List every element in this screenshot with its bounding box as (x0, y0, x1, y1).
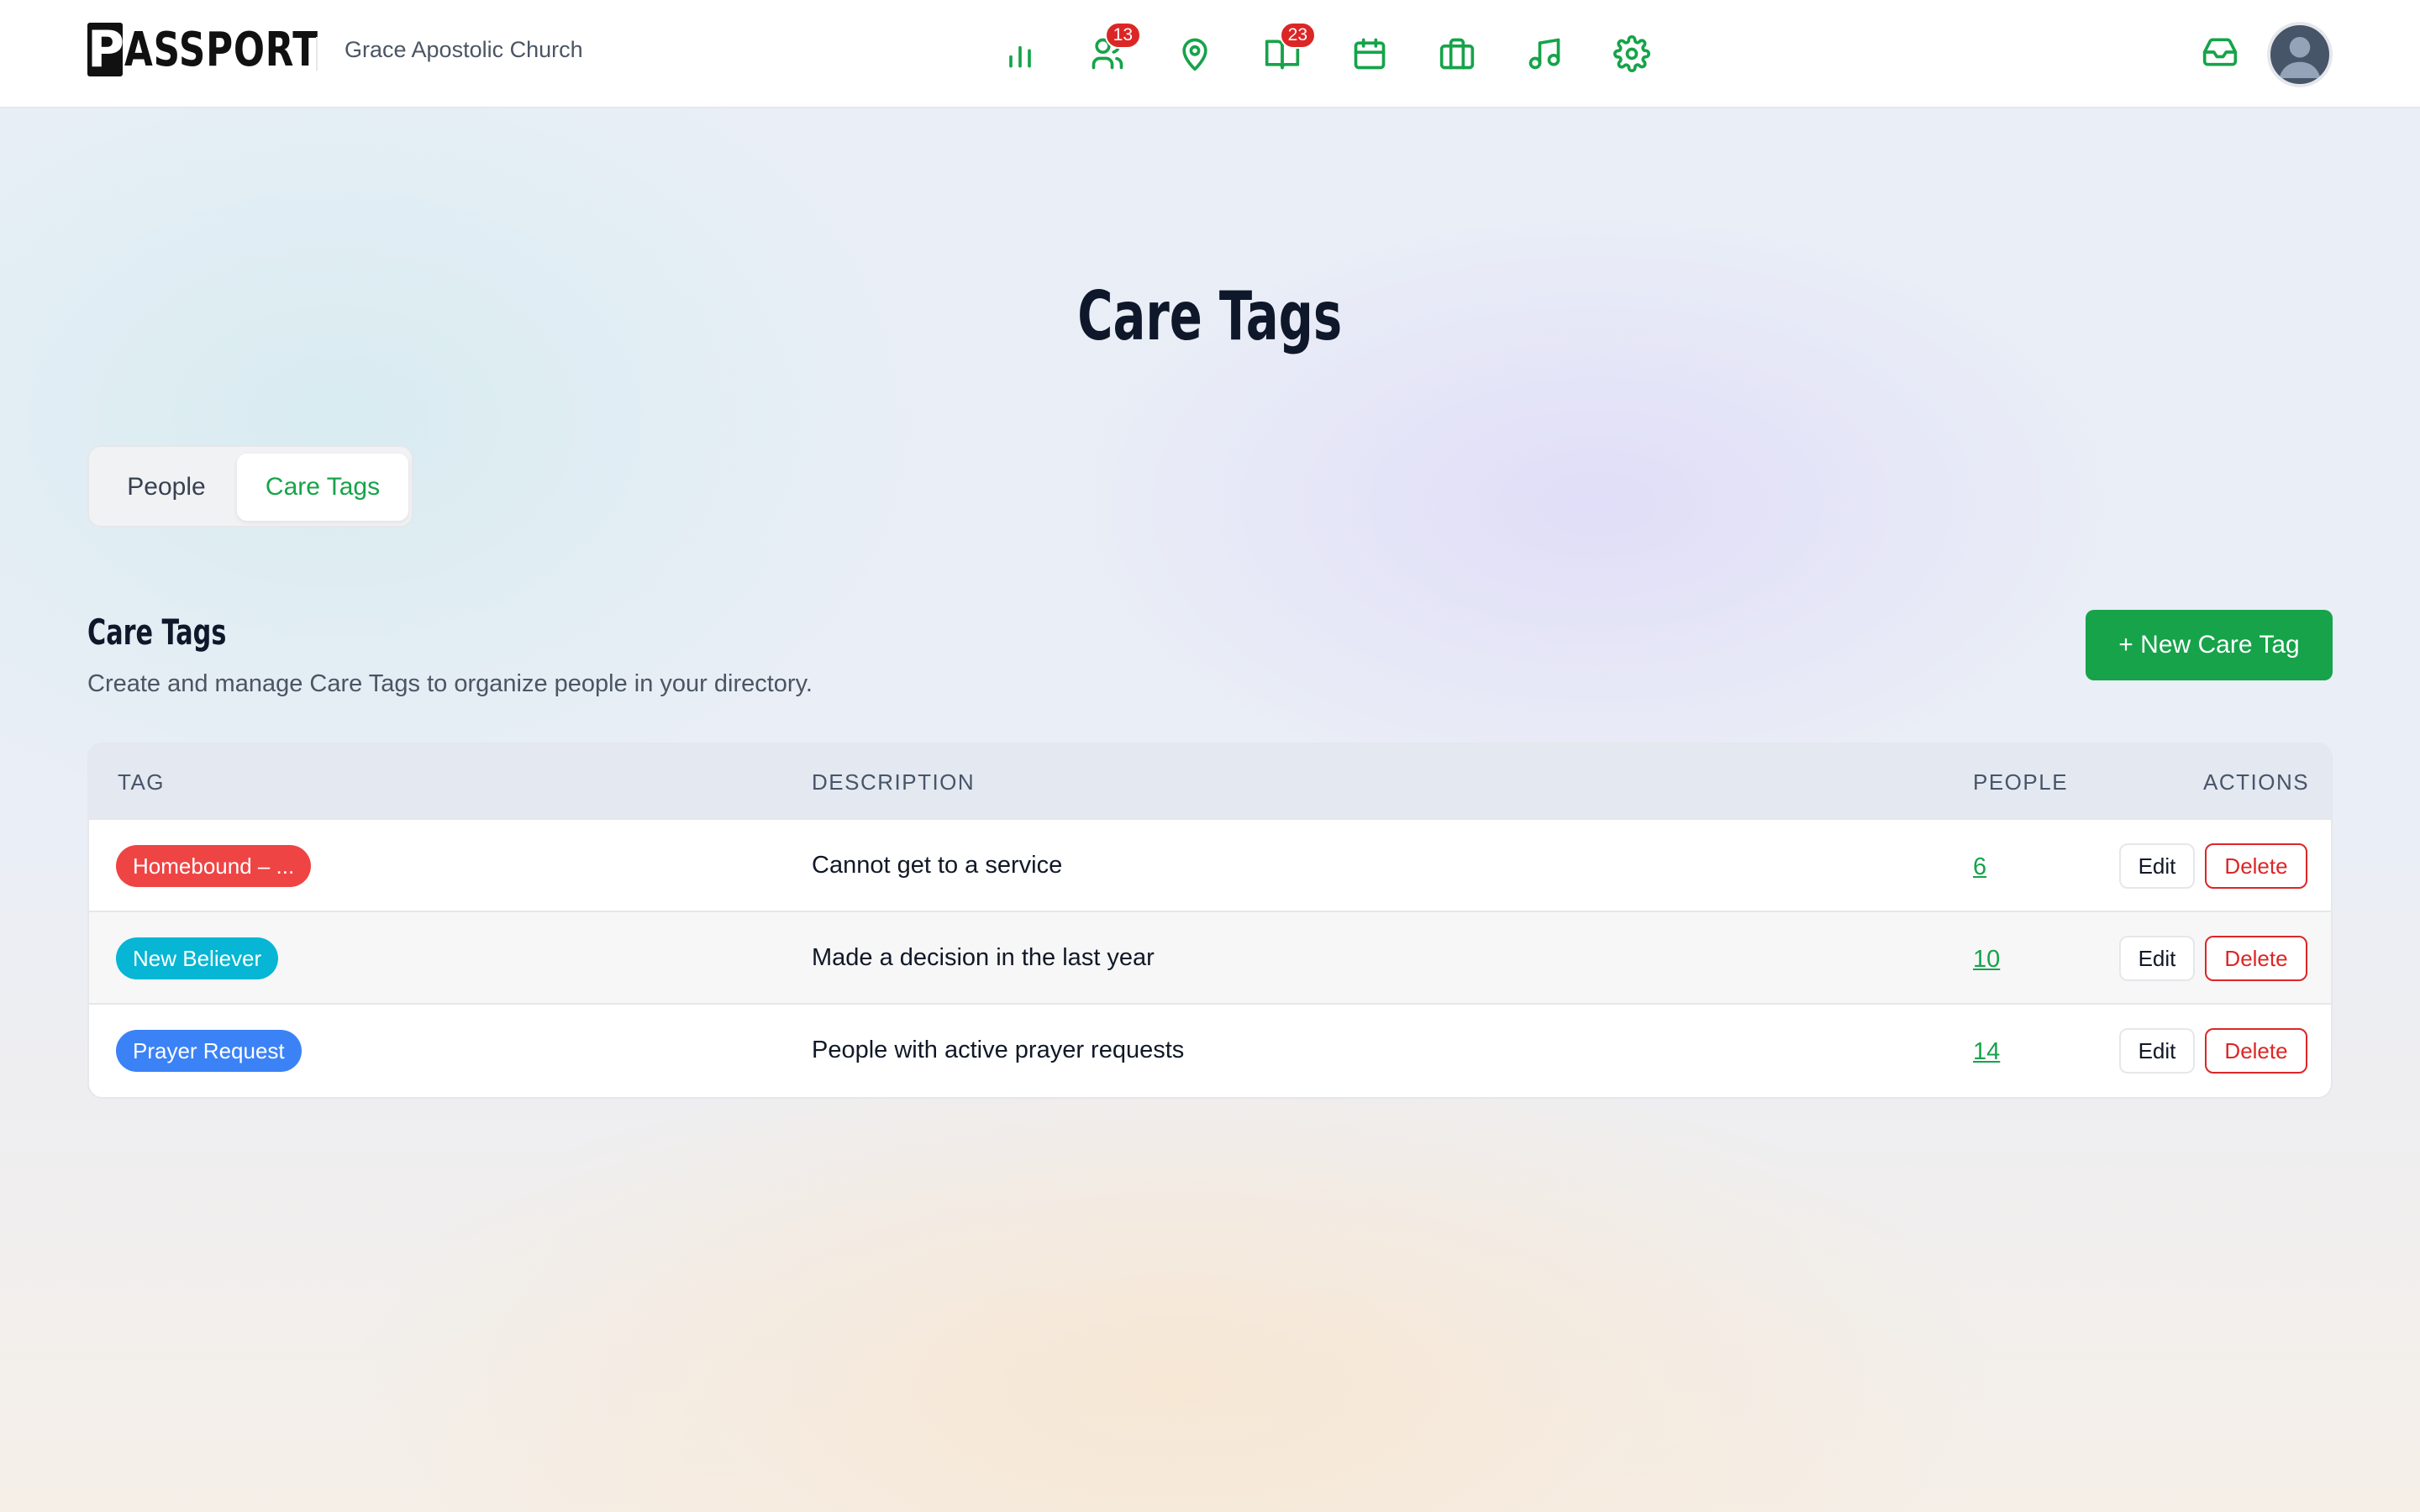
nav-locations[interactable] (1173, 32, 1217, 76)
page-title: Care Tags (0, 277, 2420, 355)
view-tabs: People Care Tags (87, 445, 413, 528)
delete-button[interactable]: Delete (2205, 936, 2307, 981)
chart-icon (1009, 45, 1031, 68)
nav-settings[interactable] (1610, 32, 1654, 76)
inbox-button[interactable] (2202, 34, 2242, 74)
edit-button[interactable]: Edit (2119, 1028, 2195, 1074)
nav-ministries[interactable] (1435, 32, 1479, 76)
people-count-link[interactable]: 6 (1973, 853, 1986, 881)
church-name: Grace Apostolic Church (345, 37, 583, 62)
resources-badge: 23 (1279, 22, 1316, 49)
nav-resources[interactable]: 23 (1260, 22, 1316, 76)
passport-logo[interactable]: P ASSPORT (87, 22, 373, 77)
care-tags-table: TAG DESCRIPTION PEOPLE ACTIONS Homebound… (87, 743, 2333, 1099)
nav-reports[interactable] (998, 32, 1042, 76)
table-row: New Believer Made a decision in the last… (89, 911, 2331, 1003)
tab-care-tags[interactable]: Care Tags (237, 454, 408, 521)
logo-initial: P (87, 20, 124, 79)
nav-music[interactable] (1523, 32, 1566, 76)
header-divider (316, 37, 318, 71)
table-row: Homebound – ... Cannot get to a service … (89, 818, 2331, 911)
tag-description: People with active prayer requests (812, 1037, 1185, 1063)
logo-wordmark: ASSPORT (124, 22, 318, 77)
table-row: Prayer Request People with active prayer… (89, 1003, 2331, 1095)
table-header: TAG DESCRIPTION PEOPLE ACTIONS (89, 744, 2331, 818)
location-pin-icon (1182, 38, 1207, 71)
section-title-text: Care Tags (87, 612, 227, 653)
tag-pill: Prayer Request (116, 1030, 302, 1072)
tag-pill: Homebound – ... (116, 845, 312, 887)
user-avatar[interactable] (2267, 22, 2333, 87)
column-header-tag: TAG (118, 769, 166, 795)
tag-description: Made a decision in the last year (812, 944, 1155, 971)
tab-people[interactable]: People (97, 454, 235, 521)
column-header-people: PEOPLE (1973, 769, 2069, 795)
section-title: Care Tags (87, 612, 281, 653)
briefcase-icon (1439, 38, 1475, 70)
people-badge: 13 (1104, 22, 1141, 49)
nav-people[interactable]: 13 (1086, 22, 1141, 76)
new-care-tag-button[interactable]: + New Care Tag (2086, 610, 2333, 680)
page-title-text: Care Tags (1077, 277, 1343, 355)
edit-button[interactable]: Edit (2119, 843, 2195, 889)
delete-button[interactable]: Delete (2205, 843, 2307, 889)
section-subtitle: Create and manage Care Tags to organize … (87, 670, 813, 697)
calendar-icon (1354, 38, 1386, 70)
column-header-description: DESCRIPTION (812, 769, 976, 795)
people-count-link[interactable]: 14 (1973, 1038, 2000, 1066)
user-silhouette-icon (2279, 37, 2321, 78)
tag-description: Cannot get to a service (812, 852, 1063, 879)
column-header-actions: ACTIONS (2203, 769, 2310, 795)
edit-button[interactable]: Edit (2119, 936, 2195, 981)
tag-pill: New Believer (116, 937, 279, 979)
gear-icon (1613, 35, 1650, 72)
top-navigation-bar: P ASSPORT Grace Apostolic Church 13 23 (0, 0, 2420, 108)
music-icon (1528, 38, 1560, 70)
inbox-icon (2202, 38, 2238, 66)
nav-calendar[interactable] (1348, 32, 1392, 76)
people-count-link[interactable]: 10 (1973, 946, 2000, 974)
delete-button[interactable]: Delete (2205, 1028, 2307, 1074)
